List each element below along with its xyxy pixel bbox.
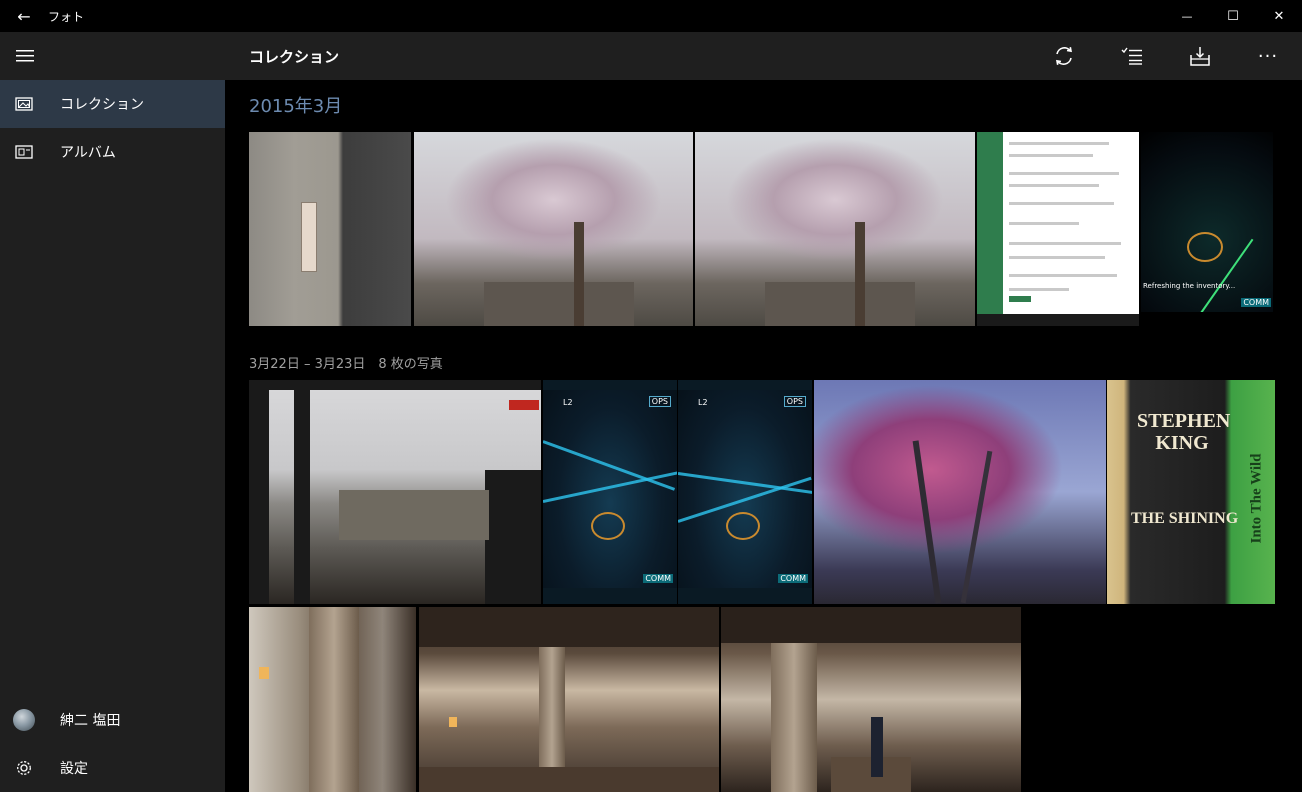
photo-thumbnail[interactable] <box>249 607 416 792</box>
hamburger-icon <box>16 50 34 62</box>
settings-label: 設定 <box>60 761 88 777</box>
refresh-button[interactable] <box>1030 32 1098 80</box>
photo-overlay-text: L2 <box>698 398 708 407</box>
settings-button[interactable]: 設定 <box>0 744 225 792</box>
photo-thumbnail[interactable]: Refreshing the inventory... COMM <box>1141 132 1273 326</box>
photo-overlay-text: STEPHEN KING <box>1137 410 1231 454</box>
photo-overlay-text: L2 <box>563 398 573 407</box>
sidebar-item-label: コレクション <box>60 97 144 113</box>
photo-thumbnail[interactable]: L2 OPS COMM <box>678 380 812 604</box>
maximize-icon: ☐ <box>1227 8 1239 24</box>
avatar-holder <box>0 709 48 731</box>
user-name: 紳二 塩田 <box>60 713 121 729</box>
refresh-icon <box>1056 47 1072 65</box>
album-icon <box>0 145 48 159</box>
toolbar: ··· <box>1030 32 1302 80</box>
close-button[interactable]: ✕ <box>1256 0 1302 32</box>
sidebar-footer: 紳二 塩田 設定 <box>0 696 225 792</box>
window-controls: — ☐ ✕ <box>1164 0 1302 32</box>
photo-thumbnail[interactable] <box>249 380 541 604</box>
sidebar-item-label: アルバム <box>60 145 116 161</box>
photo-thumbnail[interactable]: L2 OPS COMM <box>543 380 677 604</box>
window-title: フォト <box>48 9 85 24</box>
close-icon: ✕ <box>1273 8 1285 24</box>
page-header: コレクション ··· <box>225 32 1302 80</box>
minimize-icon: — <box>1181 9 1193 23</box>
photo-overlay-text: OPS <box>648 396 671 407</box>
collection-view: 2015年3月 Refreshing the inventory... COMM… <box>225 80 1302 792</box>
photo-thumbnail[interactable] <box>419 607 719 792</box>
back-button[interactable]: ← <box>0 0 48 32</box>
month-heading: 2015年3月 <box>249 96 343 117</box>
gear-icon <box>0 759 48 777</box>
photo-thumbnail[interactable] <box>414 132 693 326</box>
more-icon: ··· <box>1257 45 1279 67</box>
avatar <box>13 709 35 731</box>
photo-overlay-text: Into The Wild <box>1248 453 1265 544</box>
photo-overlay-text: THE SHINING <box>1131 510 1239 527</box>
more-options-button[interactable]: ··· <box>1234 32 1302 80</box>
photo-overlay-text: COMM <box>778 574 808 583</box>
import-icon <box>1190 47 1210 66</box>
minimize-button[interactable]: — <box>1164 0 1210 32</box>
collection-icon <box>0 97 48 111</box>
group-heading: 3月22日 – 3月23日 8 枚の写真 <box>249 357 443 372</box>
import-button[interactable] <box>1166 32 1234 80</box>
photo-thumbnail[interactable] <box>695 132 975 326</box>
photo-overlay-text: OPS <box>783 396 806 407</box>
user-account-button[interactable]: 紳二 塩田 <box>0 696 225 744</box>
checklist-icon <box>1121 47 1142 65</box>
sidebar-item-collection[interactable]: コレクション <box>0 80 225 128</box>
photo-thumbnail[interactable] <box>721 607 1021 792</box>
photo-overlay-text: Refreshing the inventory... <box>1143 282 1236 290</box>
photo-thumbnail[interactable] <box>814 380 1106 604</box>
photo-thumbnail[interactable]: STEPHEN KING THE SHINING Into The Wild <box>1107 380 1275 604</box>
photo-thumbnail[interactable] <box>977 132 1139 326</box>
title-bar: ← フォト — ☐ ✕ <box>0 0 1302 32</box>
back-arrow-icon: ← <box>17 6 31 26</box>
photo-thumbnail[interactable] <box>249 132 411 326</box>
select-button[interactable] <box>1098 32 1166 80</box>
maximize-button[interactable]: ☐ <box>1210 0 1256 32</box>
photo-overlay-text: COMM <box>643 574 673 583</box>
photo-overlay-text: COMM <box>1241 298 1271 307</box>
page-title: コレクション <box>249 47 340 66</box>
sidebar: コレクション アルバム 紳二 塩田 設定 <box>0 32 225 792</box>
hamburger-menu-button[interactable] <box>0 32 225 80</box>
sidebar-item-album[interactable]: アルバム <box>0 128 225 176</box>
